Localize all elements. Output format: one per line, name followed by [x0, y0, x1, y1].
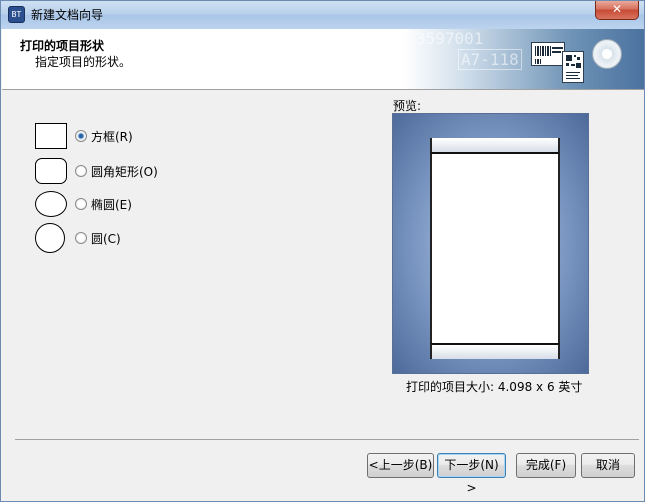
wizard-window: BT 新建文档向导 ✕ 打印的项目形状 指定项目的形状。 3597001 A7-… — [0, 0, 645, 502]
app-icon: BT — [8, 6, 25, 23]
footer-divider — [15, 439, 639, 440]
next-button[interactable]: 下一步(N) > — [437, 453, 506, 495]
back-button[interactable]: <上一步(B) — [367, 453, 434, 478]
rounded-rectangle-label[interactable]: 圆角矩形(O) — [91, 163, 158, 180]
header-banner-graphic: 3597001 A7-118 — [404, 29, 644, 89]
rounded-rectangle-shape-icon — [35, 158, 67, 184]
cancel-button[interactable]: 取消 — [581, 453, 635, 478]
label-preview-top-edge — [430, 138, 560, 154]
barcode-label-icon — [531, 42, 565, 66]
rectangle-shape-icon — [35, 123, 67, 149]
header-divider — [2, 89, 644, 90]
preview-panel — [392, 113, 589, 374]
label-preview-bottom-edge — [430, 343, 560, 359]
ellipse-radio[interactable] — [75, 198, 87, 210]
rectangle-label[interactable]: 方框(R) — [91, 128, 133, 145]
page-title: 打印的项目形状 — [20, 39, 105, 53]
finish-button[interactable]: 完成(F) — [516, 453, 576, 478]
circle-label[interactable]: 圆(C) — [91, 230, 121, 247]
page-subtitle: 指定项目的形状。 — [35, 55, 132, 69]
disc-icon — [592, 39, 622, 69]
ellipse-shape-icon — [35, 191, 67, 217]
close-button[interactable]: ✕ — [595, 1, 639, 20]
printed-item-size: 打印的项目大小: 4.098 x 6 英寸 — [406, 380, 583, 394]
ellipse-label[interactable]: 椭圆(E) — [91, 196, 132, 213]
rectangle-radio[interactable] — [75, 130, 87, 142]
banner-code: A7-118 — [458, 49, 522, 70]
circle-shape-icon — [35, 223, 65, 253]
title-bar[interactable]: BT 新建文档向导 ✕ — [1, 1, 644, 29]
window-title: 新建文档向导 — [31, 8, 104, 22]
circle-radio[interactable] — [75, 232, 87, 244]
banner-number: 3597001 — [416, 29, 484, 48]
qr-label-icon — [562, 51, 584, 83]
wizard-header: 打印的项目形状 指定项目的形状。 3597001 A7-118 — [2, 29, 644, 89]
preview-label: 预览: — [393, 99, 422, 113]
rounded-rectangle-radio[interactable] — [75, 165, 87, 177]
label-preview — [430, 139, 560, 354]
